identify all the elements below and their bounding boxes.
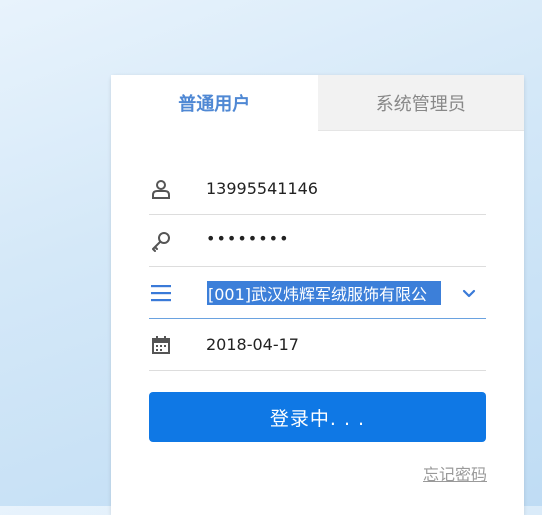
forgot-password-link[interactable]: 忘记密码 [423,461,487,485]
chevron-down-icon[interactable] [462,284,476,303]
calendar-icon [150,334,172,356]
password-value: •••••••• [206,229,290,248]
login-form: 13995541146 •••••••• [001]武汉炜辉军绒服饰有限公 20… [149,163,486,371]
list-icon [150,282,172,304]
login-card: 普通用户 系统管理员 13995541146 •••••••• [001]武汉炜… [111,75,524,515]
username-field[interactable]: 13995541146 [149,163,486,215]
tab-normal-user[interactable]: 普通用户 [111,75,318,131]
company-select[interactable]: [001]武汉炜辉军绒服饰有限公 [149,267,486,319]
key-icon [150,230,172,252]
login-button[interactable]: 登录中. . . [149,392,486,442]
tab-system-admin[interactable]: 系统管理员 [317,75,524,131]
username-value: 13995541146 [206,179,318,198]
login-tabs: 普通用户 系统管理员 [111,75,524,131]
date-value: 2018-04-17 [206,335,299,354]
password-field[interactable]: •••••••• [149,215,486,267]
user-icon [150,178,172,200]
date-field[interactable]: 2018-04-17 [149,319,486,371]
company-value: [001]武汉炜辉军绒服饰有限公 [207,280,441,305]
